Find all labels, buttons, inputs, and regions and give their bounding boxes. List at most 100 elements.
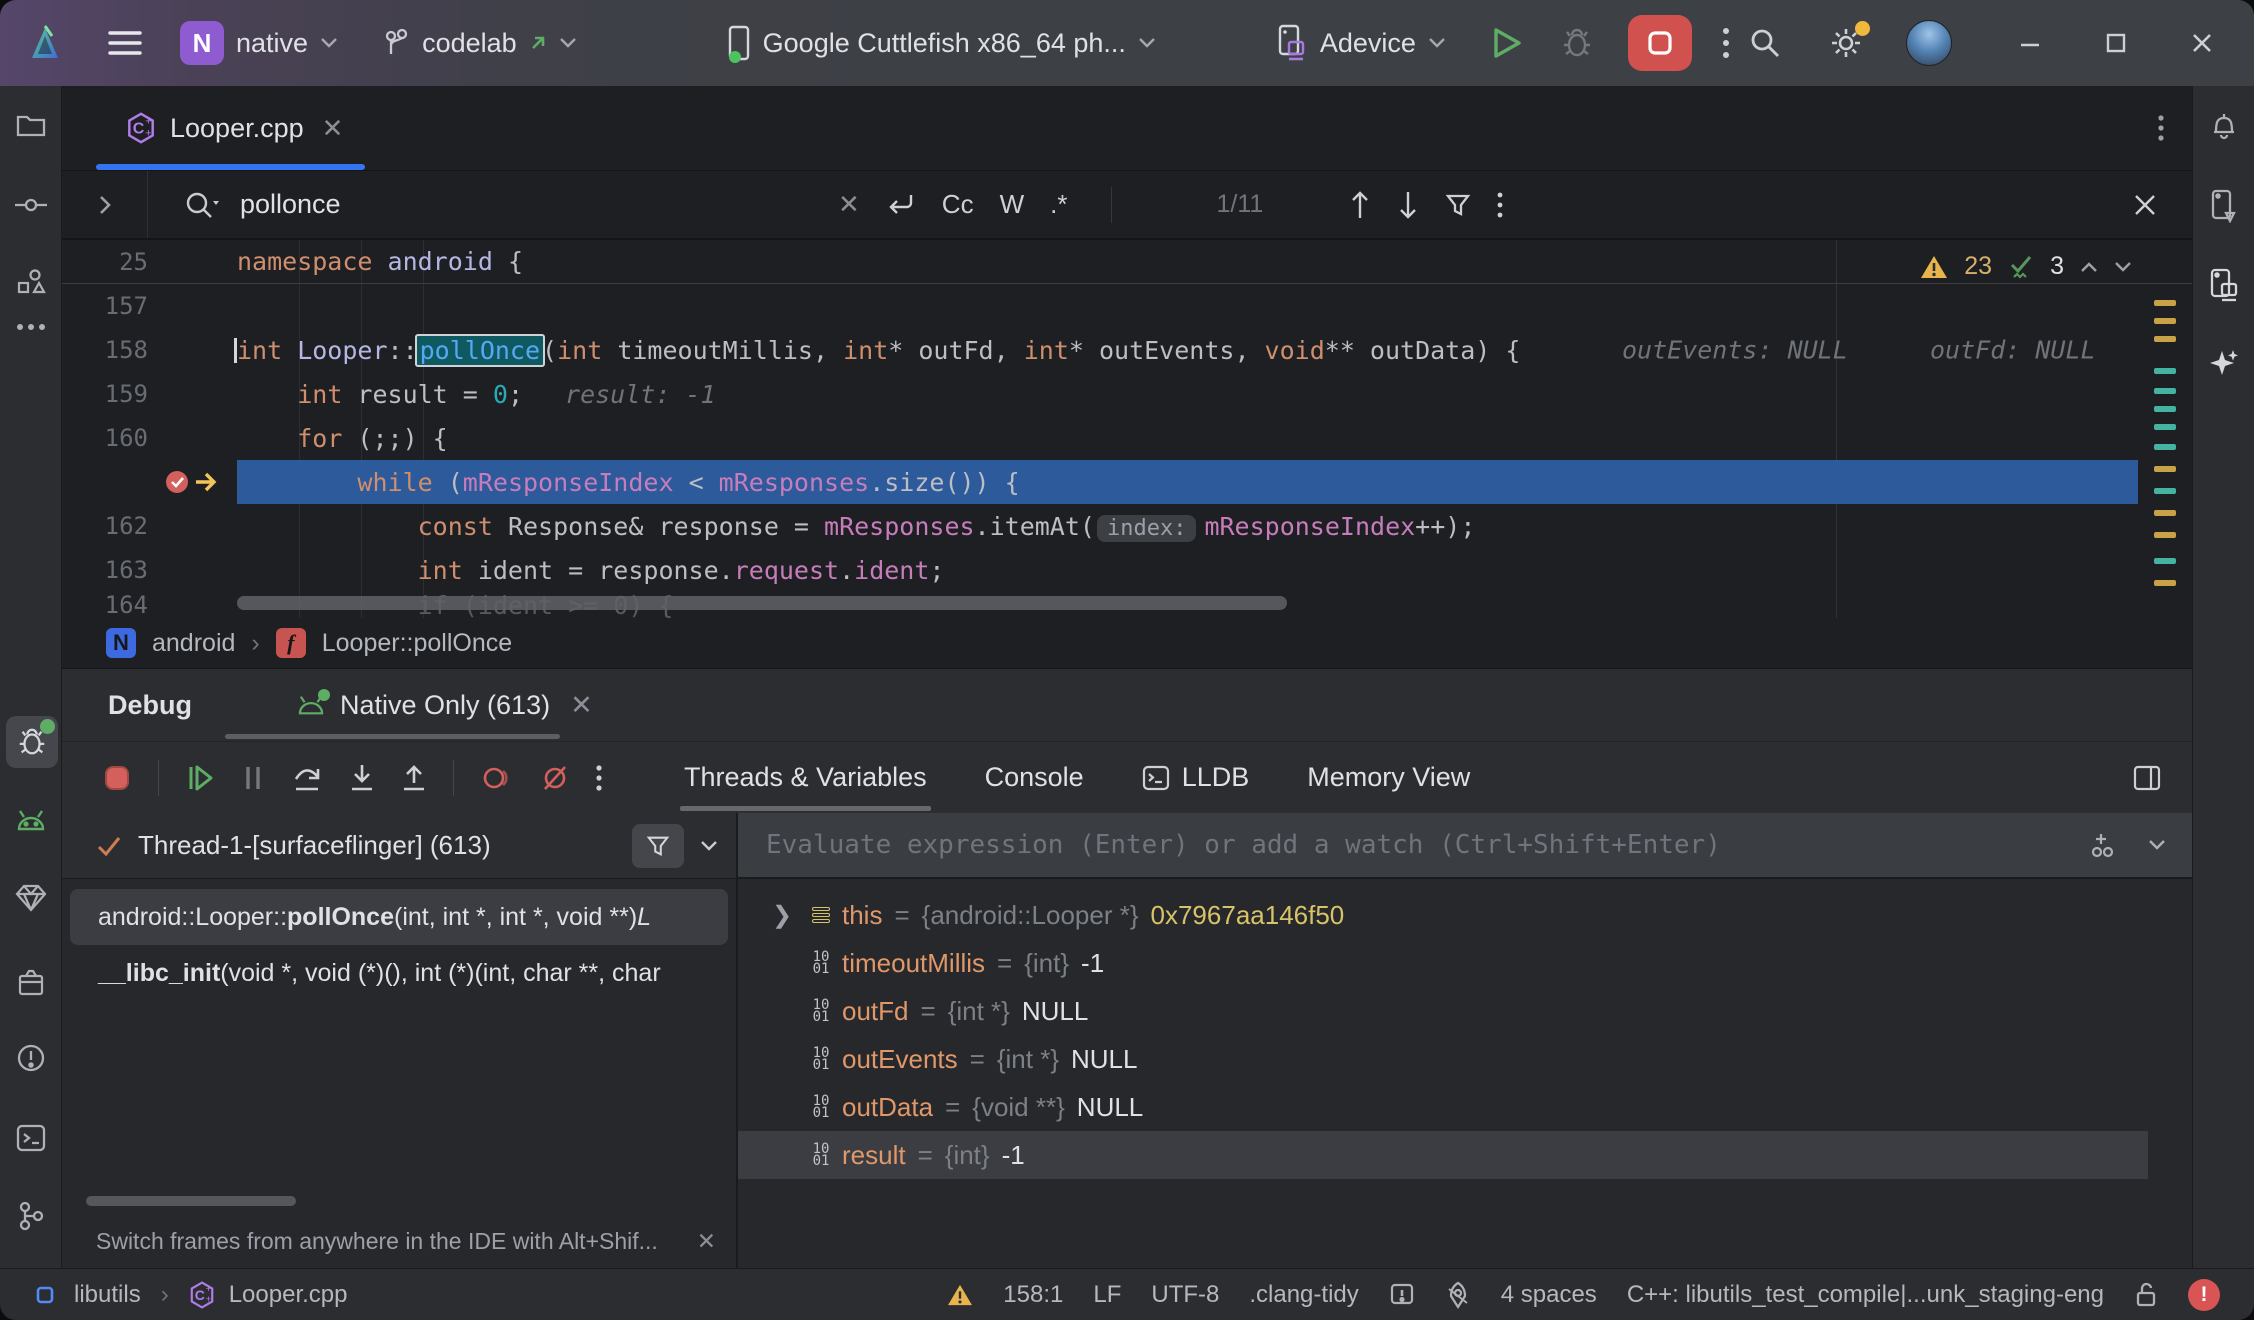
analysis-mark[interactable] [2154,488,2176,494]
more-tools-icon[interactable] [11,307,51,347]
project-icon[interactable] [11,105,51,145]
lock-icon[interactable] [2134,1281,2158,1309]
debugger-tool-icon[interactable] [6,716,58,768]
add-watch-icon[interactable] [2088,831,2118,859]
variable-row[interactable]: ❯this={android::Looper *}0x7967aa146f50 [738,891,2148,939]
view-breakpoints-icon[interactable] [480,763,514,793]
frame-row[interactable]: android::Looper::pollOnce(int, int *, in… [70,889,728,945]
layout-settings-icon[interactable] [2132,764,2162,792]
search-options-icon[interactable] [1497,191,1503,219]
variable-row[interactable]: 1001outEvents={int *}NULL [738,1035,2148,1083]
prev-match-icon[interactable] [1349,190,1371,220]
settings-icon[interactable] [1828,25,1864,61]
analysis-mark[interactable] [2154,444,2176,450]
code-line-161[interactable]: 161 while (mResponseIndex < mResponses.s… [62,460,2192,504]
thread-dropdown-icon[interactable] [700,840,718,852]
main-menu-icon[interactable] [108,30,142,56]
code-line-160[interactable]: 160 for (;;) { [62,416,2192,460]
running-devices-icon[interactable] [2204,266,2244,306]
status-indent[interactable]: 4 spaces [1501,1281,1597,1309]
git-icon[interactable] [11,1196,51,1236]
analysis-mark[interactable] [2154,532,2176,538]
status-file[interactable]: Looper.cpp [229,1281,348,1309]
tab-close-icon[interactable]: ✕ [322,113,344,144]
more-actions-icon[interactable] [1722,26,1730,60]
analysis-mark[interactable] [2154,388,2176,394]
analysis-mark[interactable] [2154,466,2176,472]
words-toggle[interactable]: W [1000,189,1025,220]
breadcrumb-namespace[interactable]: android [152,629,235,658]
next-match-icon[interactable] [1397,190,1419,220]
status-caret-position[interactable]: 158:1 [1003,1281,1063,1309]
variable-row[interactable]: 1001outData={void **}NULL [738,1083,2148,1131]
step-out-icon[interactable] [401,763,427,793]
analysis-mark[interactable] [2154,558,2176,564]
tab-lldb[interactable]: LLDB [1142,742,1250,813]
minimize-button[interactable] [2018,31,2042,55]
frames-filter-button[interactable] [632,824,684,868]
analysis-mark[interactable] [2154,580,2176,586]
branch-selector[interactable]: codelab [382,28,577,59]
commit-icon[interactable] [11,185,51,225]
todo-icon[interactable] [1389,1282,1415,1308]
code-line-163[interactable]: 163 int ident = response.request.ident; [62,548,2192,592]
step-over-icon[interactable] [291,763,323,793]
app-quality-insights-icon[interactable] [11,878,51,918]
variable-row[interactable]: 1001outFd={int *}NULL [738,987,2148,1035]
status-module[interactable]: libutils [74,1281,141,1309]
analysis-marks[interactable] [2154,240,2180,618]
error-notification-badge[interactable]: ! [2188,1279,2220,1311]
next-problem-icon[interactable] [2114,261,2132,273]
notifications-icon[interactable] [2204,105,2244,145]
logcat-icon[interactable] [11,800,51,840]
gemini-icon[interactable] [2204,344,2244,384]
tab-memory-view[interactable]: Memory View [1307,742,1470,813]
variable-row[interactable]: 1001timeoutMillis={int}-1 [738,939,2148,987]
status-toolchain[interactable]: C++: libutils_test_compile|...unk_stagin… [1627,1281,2104,1309]
close-button[interactable] [2190,31,2214,55]
code-editor[interactable]: 25namespace android {157outEvents: NULLo… [62,240,2192,618]
code-line-159[interactable]: 159 int result = 0;result: -1 [62,372,2192,416]
expand-chevron-icon[interactable]: ❯ [764,901,800,930]
variable-row[interactable]: 1001result={int}-1 [738,1131,2148,1179]
code-line-25[interactable]: 25namespace android { [62,240,2192,284]
debug-button[interactable] [1560,26,1594,60]
clear-search-icon[interactable]: ✕ [838,189,860,220]
tab-options-icon[interactable] [2158,114,2164,142]
structure-icon[interactable] [11,262,51,302]
search-input[interactable] [238,188,838,221]
search-everywhere-icon[interactable] [1748,26,1782,60]
device-selector[interactable]: Google Cuttlefish x86_64 ph... [727,25,1156,61]
find-expander-icon[interactable] [62,171,148,238]
breadcrumb-function[interactable]: Looper::pollOnce [322,629,512,658]
terminal-icon[interactable] [11,1118,51,1158]
resume-icon[interactable] [185,763,215,793]
analysis-mark[interactable] [2154,368,2176,374]
debug-session-tab[interactable]: Native Only (613) ✕ [296,690,593,721]
debug-title[interactable]: Debug [108,690,192,721]
analysis-mark[interactable] [2154,424,2176,430]
pause-icon[interactable] [241,763,265,793]
debug-more-icon[interactable] [596,764,602,792]
frame-row[interactable]: __libc_init(void *, void (*)(), int (*)(… [70,945,728,1001]
newline-icon[interactable] [886,191,916,219]
maximize-button[interactable] [2104,31,2128,55]
project-selector[interactable]: N native [180,21,338,65]
evaluate-expand-icon[interactable] [2148,839,2166,851]
tab-console[interactable]: Console [985,742,1084,813]
stop-button[interactable] [1628,15,1692,71]
problems-icon[interactable] [11,1038,51,1078]
filter-search-icon[interactable] [1445,192,1471,218]
horizontal-scrollbar[interactable] [237,596,1287,610]
regex-toggle[interactable]: .* [1050,189,1067,220]
frames-scrollbar[interactable] [86,1196,296,1206]
mute-breakpoints-icon[interactable] [540,763,570,793]
banner-close-icon[interactable]: ✕ [697,1228,716,1255]
status-warning-icon[interactable] [947,1283,973,1307]
gutter[interactable] [148,469,237,495]
prev-problem-icon[interactable] [2080,261,2098,273]
run-button[interactable] [1492,27,1522,59]
tab-looper-cpp[interactable]: C++ Looper.cpp ✕ [96,86,365,170]
analysis-mark[interactable] [2154,406,2176,412]
code-line-157[interactable]: 157 [62,284,2192,328]
